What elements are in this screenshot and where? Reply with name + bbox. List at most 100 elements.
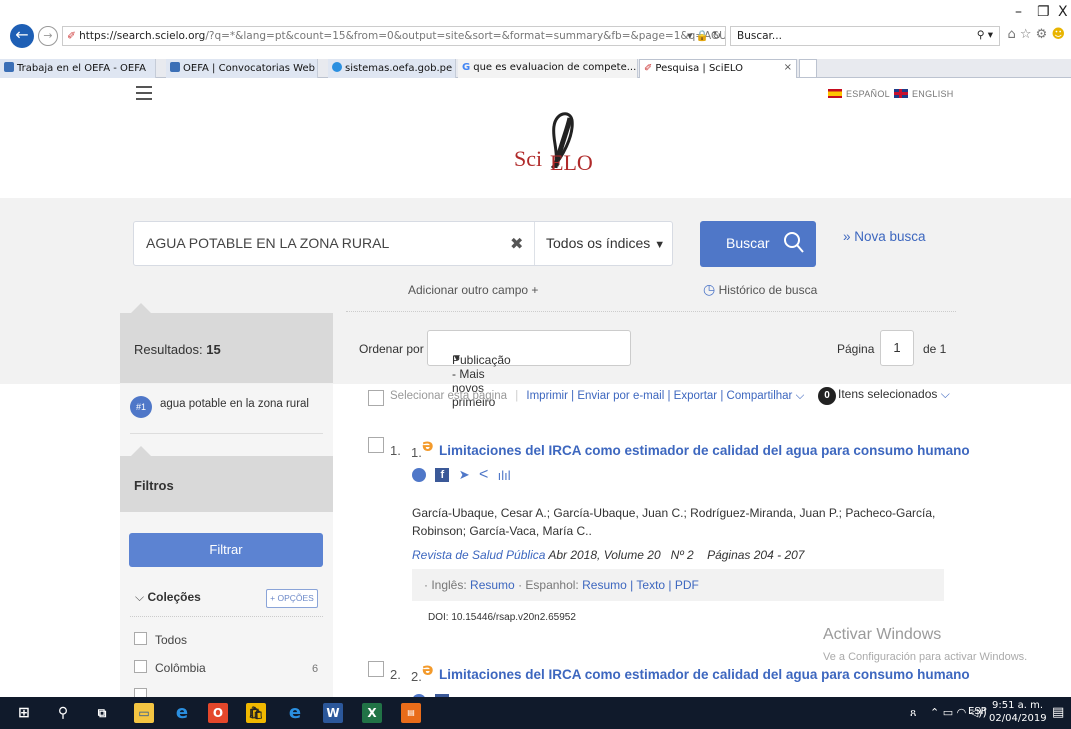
settings-gear-icon[interactable]: ⚙ [1036, 27, 1048, 42]
search-icon[interactable]: ⚲ ▾ [977, 29, 993, 41]
close-tab-icon[interactable]: × [784, 62, 792, 73]
add-field-link[interactable]: Adicionar outro campo + [408, 283, 538, 297]
new-search-link[interactable]: » Nova busca [843, 229, 926, 244]
forward-arrow-icon[interactable]: → [38, 26, 58, 46]
clock-time[interactable]: 9:51 a. m. [992, 700, 1043, 711]
people-icon[interactable]: ጸ [910, 706, 916, 720]
email-link[interactable]: Enviar por e-mail [577, 390, 664, 402]
select-page-checkbox[interactable] [368, 390, 384, 406]
pointer-triangle [131, 303, 151, 313]
history-pill[interactable]: #1 [130, 396, 152, 418]
metrics-chart-icon[interactable]: ılıl [498, 468, 511, 483]
task-view-icon[interactable]: ⧉ [92, 703, 112, 723]
chevron-down-icon: ⌵ [795, 390, 805, 402]
options-button[interactable]: + OPÇÕES [266, 589, 318, 608]
share-link[interactable]: Compartilhar [727, 390, 793, 402]
collections-title: Coleções [147, 590, 201, 604]
opera-icon[interactable]: O [208, 703, 228, 723]
tab-evaluacion[interactable]: Gque es evaluacion de compete... [458, 59, 638, 78]
page-label: Página [837, 342, 875, 356]
print-link[interactable]: Imprimir [526, 390, 568, 402]
app-icon[interactable]: ▤ [401, 703, 421, 723]
export-link[interactable]: Exportar [674, 390, 717, 402]
sort-select[interactable]: Publicação - Mais novos primeiro ▼ [427, 330, 631, 409]
result-date: Abr 2018, [548, 548, 601, 562]
share-icon[interactable]: < [479, 466, 488, 484]
store-icon[interactable]: 🛍 [246, 703, 266, 723]
windows-start-icon[interactable]: ⊞ [14, 703, 34, 723]
home-icon[interactable]: ⌂ [1007, 27, 1015, 42]
internet-explorer-icon[interactable]: e [285, 703, 305, 723]
fulltext-link[interactable]: Texto [636, 578, 665, 592]
smiley-icon[interactable]: ☻ [1051, 27, 1065, 42]
pdf-link[interactable]: PDF [675, 578, 699, 592]
select-page-label[interactable]: Selecionar esta página [390, 390, 507, 402]
notifications-icon[interactable]: ▤ [1052, 705, 1064, 720]
tab-label: sistemas.oefa.gob.pe [345, 63, 453, 74]
history-item[interactable]: agua potable en la zona rural [160, 398, 309, 410]
browser-search-input[interactable]: Buscar... ⚲ ▾ [730, 26, 1000, 46]
clock-date[interactable]: 02/04/2019 [989, 713, 1047, 724]
input-language[interactable]: ESP [968, 706, 987, 717]
clear-icon[interactable]: ✖ [510, 234, 523, 253]
scielo-logo: Sci ELO [514, 112, 592, 175]
results-label: Resultados: [134, 342, 203, 357]
email-icon[interactable] [412, 468, 426, 482]
search-icon[interactable]: ⚲ [53, 703, 73, 723]
journal-link[interactable]: Revista de Salud Pública [412, 548, 545, 562]
lang-en-label: ENGLISH [912, 89, 954, 99]
facebook-icon[interactable]: f [435, 468, 450, 482]
maximize-button[interactable]: ❐ [1037, 4, 1050, 20]
tab-scielo[interactable]: ✐ Pesquisa | SciELO × [639, 59, 797, 78]
edge-icon[interactable]: e [172, 703, 192, 723]
oefa-favicon-icon [170, 62, 180, 72]
result-pages: Páginas 204 - 207 [707, 548, 805, 562]
filter-button[interactable]: Filtrar [129, 533, 323, 567]
tab-trabaja-oefa[interactable]: Trabaja en el OEFA - OEFA [0, 59, 156, 78]
abstract-es-link[interactable]: Resumo [582, 578, 627, 592]
address-bar[interactable]: ✐ https://search.scielo.org/?q=*&lang=pt… [62, 26, 726, 46]
result-languages: · Inglês: Resumo · Espanhol: Resumo | Te… [412, 569, 944, 601]
tab-oefa-convocatorias[interactable]: OEFA | Convocatorias Web [166, 59, 318, 78]
minimize-button[interactable]: – [1015, 4, 1022, 20]
excel-icon[interactable]: X [362, 703, 382, 723]
filters-title: Filtros [134, 478, 174, 493]
collection-checkbox-colombia[interactable] [134, 660, 147, 673]
search-query-input[interactable]: AGUA POTABLE EN LA ZONA RURAL ✖ Todos os… [133, 221, 673, 266]
menu-icon[interactable] [136, 86, 152, 104]
page-input[interactable]: 1 [880, 330, 914, 366]
lang-en-link[interactable]: ENGLISH [894, 89, 954, 99]
file-explorer-icon[interactable]: ▭ [134, 703, 154, 723]
result-title[interactable]: Limitaciones del IRCA como estimador de … [439, 443, 970, 458]
result-volume: Volume 20 [603, 548, 661, 562]
result-checkbox[interactable] [368, 437, 384, 453]
results-count-value: 15 [206, 342, 221, 357]
spain-flag-icon [828, 89, 842, 98]
selected-items[interactable]: 0 Itens selecionados ⌵ [818, 387, 950, 405]
divider [534, 222, 535, 265]
result-index: 1. [390, 443, 401, 458]
selected-label: Itens selecionados [838, 387, 938, 401]
result-title[interactable]: Limitaciones del IRCA como estimador de … [439, 667, 970, 682]
search-query-text[interactable]: AGUA POTABLE EN LA ZONA RURAL [146, 235, 389, 251]
collection-label: Colômbia [155, 661, 206, 675]
search-history-link[interactable]: ◷ Histórico de busca [703, 281, 817, 298]
abstract-en-link[interactable]: Resumo [470, 578, 515, 592]
close-button[interactable]: X [1058, 4, 1068, 20]
new-tab-icon[interactable] [799, 59, 817, 78]
google-favicon-icon: G [462, 62, 471, 73]
twitter-icon[interactable]: ➤ [459, 467, 470, 483]
collections-toggle[interactable]: ⌵ Coleções [135, 590, 201, 605]
word-icon[interactable]: W [323, 703, 343, 723]
lock-refresh-icon[interactable]: ▾ 🔒 ↻ [687, 29, 721, 42]
result-checkbox[interactable] [368, 661, 384, 677]
collection-checkbox-todos[interactable] [134, 632, 147, 645]
browser-search-placeholder: Buscar... [737, 30, 782, 42]
lang-es-link[interactable]: ESPAÑOL [828, 89, 890, 99]
back-arrow-icon[interactable]: ← [10, 24, 34, 48]
tab-sistemas-oefa[interactable]: sistemas.oefa.gob.pe [328, 59, 456, 78]
index-select[interactable]: Todos os índices ▼ [546, 235, 665, 251]
search-button[interactable]: Buscar [700, 221, 816, 267]
chevron-down-icon: ▼ [452, 353, 462, 364]
favorites-star-icon[interactable]: ☆ [1020, 27, 1032, 42]
